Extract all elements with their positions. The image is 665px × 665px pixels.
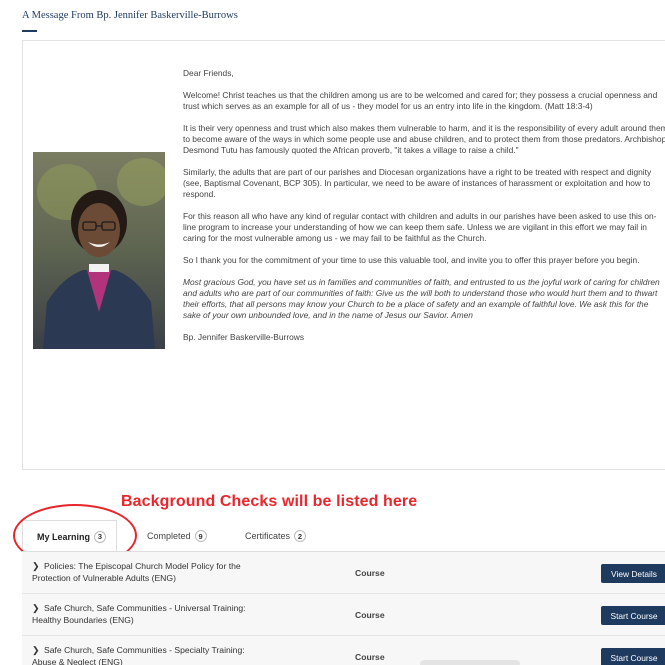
- annotation-text: Background Checks will be listed here: [121, 493, 418, 510]
- chevron-right-icon[interactable]: ❯: [32, 644, 44, 656]
- tab-certificates[interactable]: Certificates 2: [245, 520, 307, 552]
- letter-paragraph: For this reason all who have any kind of…: [183, 211, 657, 243]
- letter-paragraph: So I thank you for the commitment of you…: [183, 255, 640, 265]
- tab-completed[interactable]: Completed 9: [147, 520, 207, 552]
- letter-body: Dear Friends, Welcome! Christ teaches us…: [183, 68, 665, 354]
- start-course-button[interactable]: Start Course: [601, 606, 665, 625]
- letter-greeting: Dear Friends,: [183, 68, 234, 78]
- course-type: Course: [355, 568, 385, 578]
- letter-paragraph: Similarly, the adults that are part of o…: [183, 167, 652, 199]
- tab-label: Certificates: [245, 531, 291, 541]
- letter-signature: Bp. Jennifer Baskerville-Burrows: [183, 332, 305, 342]
- heading-underline: [22, 30, 37, 32]
- course-type: Course: [355, 610, 385, 620]
- course-list: ❯ Policies: The Episcopal Church Model Po…: [22, 551, 665, 665]
- course-row: ❯ Safe Church, Safe Communities - Special…: [22, 636, 665, 665]
- course-row: ❯ Policies: The Episcopal Church Model Po…: [22, 552, 665, 594]
- chevron-right-icon[interactable]: ❯: [32, 602, 44, 614]
- chevron-right-icon[interactable]: ❯: [32, 560, 44, 572]
- scroll-indicator[interactable]: [420, 660, 520, 665]
- letter-paragraph: Welcome! Christ teaches us that the chil…: [183, 90, 658, 111]
- course-title[interactable]: ❯ Safe Church, Safe Communities - Special…: [32, 644, 252, 665]
- letter-prayer: Most gracious God, you have set us in fa…: [183, 277, 660, 320]
- letter-paragraph: It is their very openness and trust whic…: [183, 123, 665, 155]
- view-details-button[interactable]: View Details: [601, 564, 665, 583]
- course-type: Course: [355, 652, 385, 662]
- start-course-button[interactable]: Start Course: [601, 648, 665, 665]
- bishop-portrait: [33, 152, 165, 349]
- tab-count-badge: 2: [294, 530, 307, 542]
- letter-panel: Dear Friends, Welcome! Christ teaches us…: [22, 40, 665, 470]
- tab-label: Completed: [147, 531, 191, 541]
- message-heading: A Message From Bp. Jennifer Baskerville-…: [22, 10, 238, 21]
- portrait-image: [33, 152, 165, 349]
- course-row: ❯ Safe Church, Safe Communities - Univers…: [22, 594, 665, 636]
- tab-count-badge: 9: [194, 530, 207, 542]
- course-title[interactable]: ❯ Policies: The Episcopal Church Model Po…: [32, 560, 252, 584]
- course-title[interactable]: ❯ Safe Church, Safe Communities - Univers…: [32, 602, 252, 626]
